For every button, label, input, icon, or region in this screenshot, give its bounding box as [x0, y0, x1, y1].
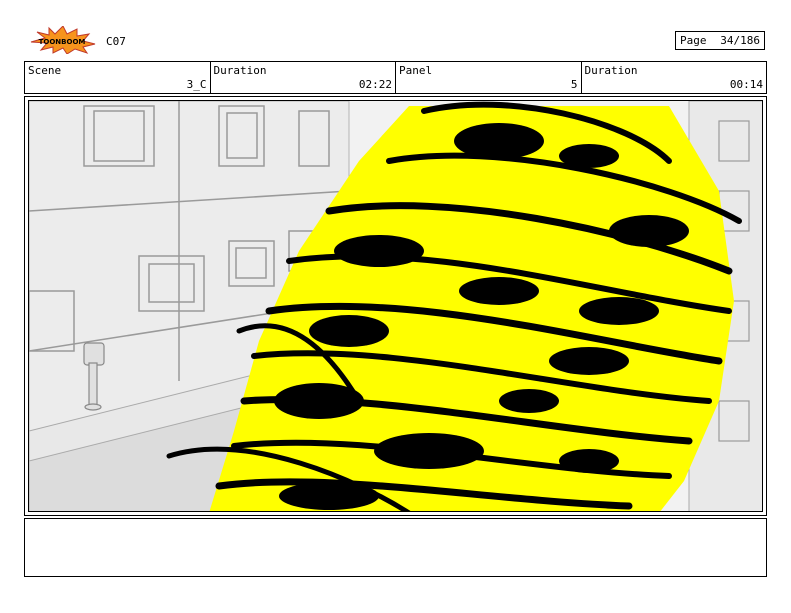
duration-value: 02:22	[358, 78, 392, 91]
page-label: Page	[680, 34, 707, 47]
panel-value: 5	[570, 78, 578, 91]
scene-cell: Scene 3_C	[25, 62, 211, 93]
page-indicator: Page 34/186	[675, 31, 765, 50]
panel-notes-box	[24, 518, 767, 577]
storyboard-panel-image	[28, 100, 763, 512]
duration-label: Duration	[213, 64, 267, 77]
panel-info-table: Scene 3_C Duration 02:22 Panel 5 Duratio…	[24, 61, 767, 94]
logo-text: TOONBOOM	[39, 38, 86, 46]
panel-label: Panel	[399, 64, 433, 77]
duration-cell: Duration 02:22	[211, 62, 396, 93]
panel-duration-cell: Duration 00:14	[582, 62, 767, 93]
storyboard-panel-frame	[24, 96, 767, 516]
scene-label: Scene	[28, 64, 62, 77]
scene-value: 3_C	[186, 78, 207, 91]
panel-duration-label: Duration	[584, 64, 638, 77]
sequence-code: C07	[106, 35, 126, 48]
toonboom-logo: TOONBOOM	[27, 25, 97, 55]
page-value: 34/186	[720, 34, 760, 47]
panel-duration-value: 00:14	[729, 78, 763, 91]
panel-cell: Panel 5	[396, 62, 582, 93]
